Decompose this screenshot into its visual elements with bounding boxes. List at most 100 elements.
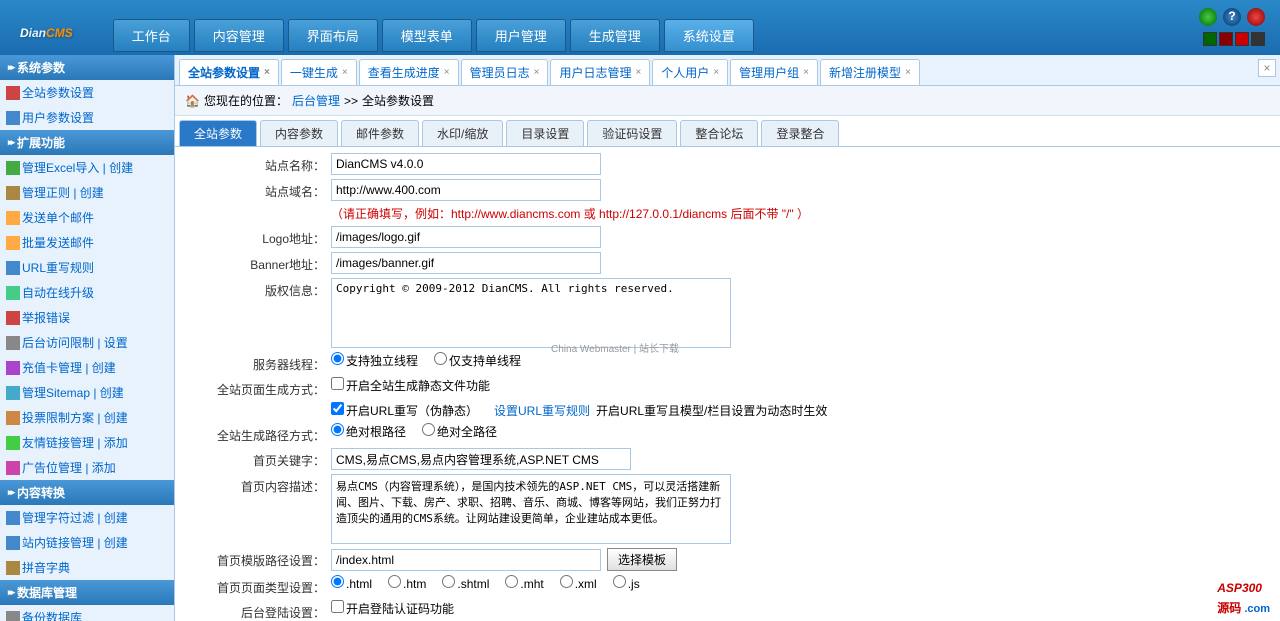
power-icon[interactable] — [1247, 8, 1265, 26]
close-icon[interactable]: × — [635, 67, 641, 78]
close-icon[interactable]: × — [444, 67, 450, 78]
radio-js[interactable] — [613, 575, 626, 588]
topnav-system[interactable]: 系统设置 — [664, 19, 754, 52]
radio-mht[interactable] — [505, 575, 518, 588]
close-icon[interactable]: × — [342, 67, 348, 78]
tab-onekey[interactable]: 一键生成× — [281, 59, 357, 85]
check-captcha[interactable] — [331, 600, 344, 613]
subtab-dir[interactable]: 目录设置 — [506, 120, 584, 146]
sidebar-item-excel[interactable]: 管理Excel导入 | 创建 — [0, 155, 174, 180]
content: 全站参数设置× 一键生成× 查看生成进度× 管理员日志× 用户日志管理× 个人用… — [175, 55, 1280, 621]
breadcrumb: 🏠 您现在的位置： 后台管理 >> 全站参数设置 — [175, 86, 1280, 116]
tab-siteparams[interactable]: 全站参数设置× — [179, 59, 279, 85]
link-urlrewrite[interactable]: 设置URL重写规则 — [494, 402, 590, 419]
sidebar-item-mail[interactable]: 发送单个邮件 — [0, 205, 174, 230]
sub-tab-bar: 全站参数 内容参数 邮件参数 水印/缩放 目录设置 验证码设置 整合论坛 登录整… — [175, 116, 1280, 147]
radio-path-root[interactable] — [331, 423, 344, 436]
radio-html[interactable] — [331, 575, 344, 588]
sidebar-group-system[interactable]: 系统参数 — [0, 55, 174, 80]
sidebar-group-convert[interactable]: 内容转换 — [0, 480, 174, 505]
subtab-site[interactable]: 全站参数 — [179, 120, 257, 146]
radio-path-full[interactable] — [422, 423, 435, 436]
subtab-captcha[interactable]: 验证码设置 — [587, 120, 677, 146]
sidebar-item-card[interactable]: 充值卡管理 | 创建 — [0, 355, 174, 380]
label-adminlogin: 后台登陆设置： — [181, 600, 331, 621]
radio-shtml[interactable] — [442, 575, 455, 588]
close-icon[interactable]: × — [713, 67, 719, 78]
sidebar-item-access[interactable]: 后台访问限制 | 设置 — [0, 330, 174, 355]
sidebar-item-batchmail[interactable]: 批量发送邮件 — [0, 230, 174, 255]
check-static[interactable] — [331, 377, 344, 390]
input-domain[interactable] — [331, 179, 601, 201]
subtab-watermark[interactable]: 水印/缩放 — [422, 120, 503, 146]
radio-thread-multi[interactable] — [331, 352, 344, 365]
topnav-content[interactable]: 内容管理 — [194, 19, 284, 52]
sidebar-item-links[interactable]: 友情链接管理 | 添加 — [0, 430, 174, 455]
label-desc: 首页内容描述： — [181, 474, 331, 495]
breadcrumb-link[interactable]: 后台管理 — [292, 92, 340, 109]
input-logo[interactable] — [331, 226, 601, 248]
topnav-user[interactable]: 用户管理 — [476, 19, 566, 52]
subtab-content[interactable]: 内容参数 — [260, 120, 338, 146]
subtab-forum[interactable]: 整合论坛 — [680, 120, 758, 146]
sidebar-item-upgrade[interactable]: 自动在线升级 — [0, 280, 174, 305]
theme-darkred[interactable] — [1219, 32, 1233, 46]
input-desc[interactable]: 易点CMS（内容管理系统），是国内技术领先的ASP.NET CMS，可以灵活搭建… — [331, 474, 731, 544]
subtab-mail[interactable]: 邮件参数 — [341, 120, 419, 146]
theme-green[interactable] — [1203, 32, 1217, 46]
tab-progress[interactable]: 查看生成进度× — [359, 59, 459, 85]
sidebar-item-userparams[interactable]: 用户参数设置 — [0, 105, 174, 130]
breadcrumb-current: 全站参数设置 — [362, 92, 434, 109]
header-icons: ? — [1199, 8, 1265, 26]
sidebar-item-regex[interactable]: 管理正则 | 创建 — [0, 180, 174, 205]
close-icon[interactable]: × — [264, 67, 270, 78]
btn-choose-tpl[interactable]: 选择模板 — [607, 548, 677, 571]
sidebar-item-sitemap[interactable]: 管理Sitemap | 创建 — [0, 380, 174, 405]
tab-adminlog[interactable]: 管理员日志× — [461, 59, 549, 85]
tab-userlog[interactable]: 用户日志管理× — [550, 59, 650, 85]
sidebar-item-urlrewrite[interactable]: URL重写规则 — [0, 255, 174, 280]
sidebar-group-db[interactable]: 数据库管理 — [0, 580, 174, 605]
close-all-tabs[interactable]: × — [1258, 59, 1276, 77]
tab-usergroup[interactable]: 管理用户组× — [730, 59, 818, 85]
topnav-generate[interactable]: 生成管理 — [570, 19, 660, 52]
topnav-layout[interactable]: 界面布局 — [288, 19, 378, 52]
radio-thread-single[interactable] — [434, 352, 447, 365]
sidebar-item-backup[interactable]: 备份数据库 — [0, 605, 174, 621]
theme-colors — [1203, 32, 1265, 46]
input-tplpath[interactable] — [331, 549, 601, 571]
input-keywords[interactable] — [331, 448, 631, 470]
input-copyright[interactable]: Copyright © 2009-2012 DianCMS. All right… — [331, 278, 731, 348]
sidebar-group-ext[interactable]: 扩展功能 — [0, 130, 174, 155]
theme-dark[interactable] — [1251, 32, 1265, 46]
check-urlrewrite[interactable] — [331, 402, 344, 415]
sidebar-item-ads[interactable]: 广告位管理 | 添加 — [0, 455, 174, 480]
label-thread: 服务器线程： — [181, 352, 331, 373]
tab-bar: 全站参数设置× 一键生成× 查看生成进度× 管理员日志× 用户日志管理× 个人用… — [175, 55, 1280, 86]
topnav-model[interactable]: 模型表单 — [382, 19, 472, 52]
close-icon[interactable]: × — [803, 67, 809, 78]
radio-htm[interactable] — [388, 575, 401, 588]
label-tplpath: 首页模版路径设置： — [181, 548, 331, 569]
close-icon[interactable]: × — [534, 67, 540, 78]
theme-red[interactable] — [1235, 32, 1249, 46]
input-sitename[interactable] — [331, 153, 601, 175]
logo: DianCMS — [0, 12, 93, 44]
subtab-login[interactable]: 登录整合 — [761, 120, 839, 146]
sidebar-item-filter[interactable]: 管理字符过滤 | 创建 — [0, 505, 174, 530]
radio-xml[interactable] — [560, 575, 573, 588]
tab-regmodel[interactable]: 新增注册模型× — [820, 59, 920, 85]
sidebar-item-report[interactable]: 举报错误 — [0, 305, 174, 330]
top-nav: 工作台 内容管理 界面布局 模型表单 用户管理 生成管理 系统设置 — [113, 19, 754, 52]
refresh-icon[interactable] — [1199, 8, 1217, 26]
sidebar-item-pinyin[interactable]: 拼音字典 — [0, 555, 174, 580]
topnav-workspace[interactable]: 工作台 — [113, 19, 190, 52]
sidebar-item-innerlink[interactable]: 站内链接管理 | 创建 — [0, 530, 174, 555]
input-banner[interactable] — [331, 252, 601, 274]
sidebar-item-siteparams[interactable]: 全站参数设置 — [0, 80, 174, 105]
hint-domain: （请正确填写，例如：http://www.diancms.com 或 http:… — [331, 205, 809, 222]
close-icon[interactable]: × — [905, 67, 911, 78]
help-icon[interactable]: ? — [1223, 8, 1241, 26]
tab-personal[interactable]: 个人用户× — [652, 59, 728, 85]
sidebar-item-vote[interactable]: 投票限制方案 | 创建 — [0, 405, 174, 430]
